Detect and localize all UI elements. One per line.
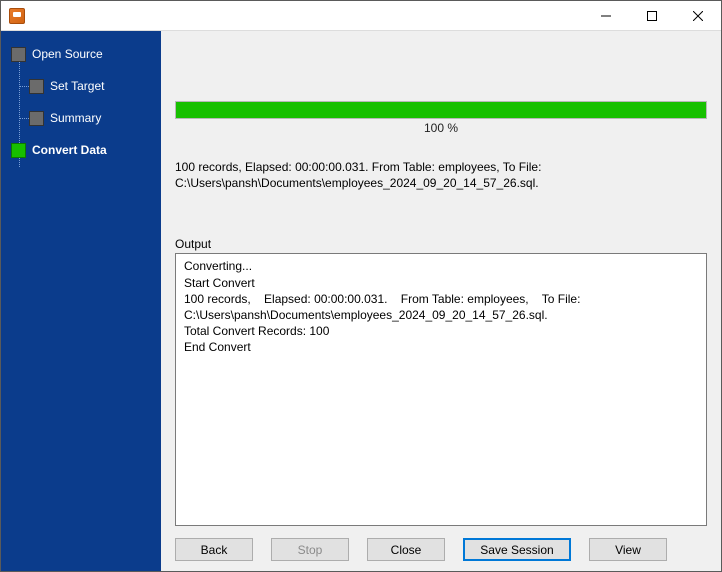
- status-line-1: 100 records, Elapsed: 00:00:00.031. From…: [175, 159, 707, 175]
- sidebar-item-open-source[interactable]: Open Source: [1, 41, 161, 67]
- view-button[interactable]: View: [589, 538, 667, 561]
- save-session-button[interactable]: Save Session: [463, 538, 571, 561]
- progress-percent: 100 %: [175, 121, 707, 135]
- window-controls: [583, 1, 721, 31]
- output-textarea[interactable]: Converting... Start Convert 100 records,…: [175, 253, 707, 526]
- close-button[interactable]: Close: [367, 538, 445, 561]
- sidebar-item-label: Open Source: [32, 47, 103, 61]
- wizard-sidebar: Open Source Set Target Summary Convert D…: [1, 31, 161, 571]
- close-button[interactable]: [675, 1, 721, 31]
- minimize-button[interactable]: [583, 1, 629, 31]
- sidebar-item-set-target[interactable]: Set Target: [1, 73, 161, 99]
- stop-button: Stop: [271, 538, 349, 561]
- sidebar-item-label: Summary: [50, 111, 101, 125]
- maximize-button[interactable]: [629, 1, 675, 31]
- sidebar-item-summary[interactable]: Summary: [1, 105, 161, 131]
- step-icon: [29, 111, 44, 126]
- step-icon: [11, 47, 26, 62]
- output-label: Output: [175, 237, 707, 251]
- sidebar-item-convert-data[interactable]: Convert Data: [1, 137, 161, 163]
- main-panel: 100 % 100 records, Elapsed: 00:00:00.031…: [161, 31, 721, 571]
- button-bar: Back Stop Close Save Session View: [175, 526, 707, 561]
- status-text: 100 records, Elapsed: 00:00:00.031. From…: [175, 159, 707, 191]
- step-icon: [29, 79, 44, 94]
- titlebar: [1, 1, 721, 31]
- step-icon: [11, 143, 26, 158]
- status-line-2: C:\Users\pansh\Documents\employees_2024_…: [175, 175, 707, 191]
- progress-fill: [176, 102, 706, 118]
- sidebar-item-label: Convert Data: [32, 143, 107, 157]
- back-button[interactable]: Back: [175, 538, 253, 561]
- progress-bar: [175, 101, 707, 119]
- app-icon: [9, 8, 25, 24]
- sidebar-item-label: Set Target: [50, 79, 104, 93]
